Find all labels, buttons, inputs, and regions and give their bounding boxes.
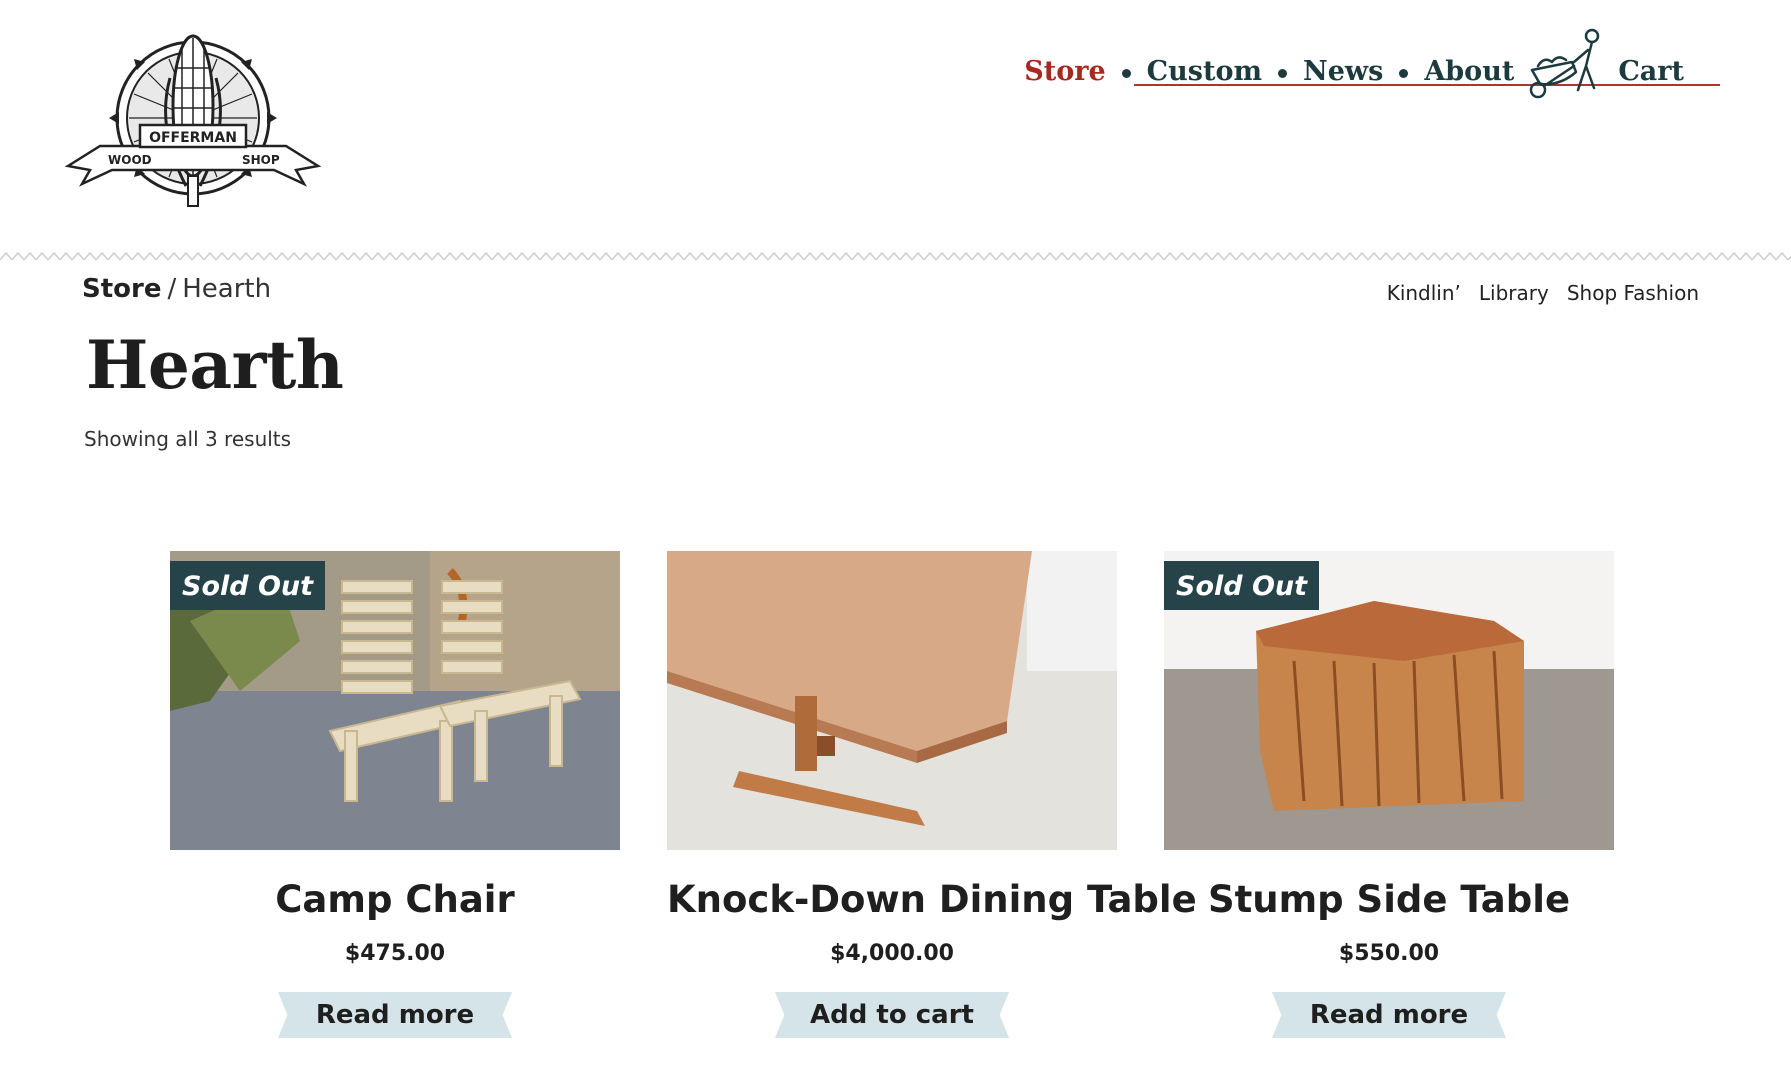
sold-out-badge: Sold Out xyxy=(1164,561,1320,610)
breadcrumb: Store / Hearth xyxy=(82,274,271,304)
product-price: $4,000.00 xyxy=(830,941,954,966)
nav-cart[interactable]: Cart xyxy=(1618,56,1684,87)
read-more-button[interactable]: Read more xyxy=(278,992,512,1038)
zigzag-divider xyxy=(0,250,1791,264)
product-title[interactable]: Stump Side Table xyxy=(1164,878,1614,921)
product-title[interactable]: Camp Chair xyxy=(170,878,620,921)
logo-emblem-icon: OFFERMAN WOOD SHOP xyxy=(64,34,322,207)
svg-text:SHOP: SHOP xyxy=(242,153,280,167)
product-image[interactable]: Sold Out xyxy=(1164,551,1614,850)
nav-separator-dot xyxy=(1121,68,1131,78)
nav-store[interactable]: Store xyxy=(1024,56,1105,87)
breadcrumb-separator: / xyxy=(167,274,177,304)
nav-separator-dot xyxy=(1278,68,1288,78)
product-card: Sold Out Camp Chair $475.00 Read more xyxy=(170,551,620,1038)
add-to-cart-button[interactable]: Add to cart xyxy=(775,992,1009,1038)
offerman-woodshop-logo[interactable]: OFFERMAN WOOD SHOP xyxy=(60,18,330,228)
svg-text:OFFERMAN: OFFERMAN xyxy=(149,130,237,146)
subnav-library[interactable]: Library xyxy=(1479,281,1549,305)
nav-about[interactable]: About xyxy=(1424,56,1514,87)
result-count: Showing all 3 results xyxy=(84,427,292,451)
wheelbarrow-icon[interactable] xyxy=(1524,26,1614,104)
breadcrumb-store-link[interactable]: Store xyxy=(82,274,161,304)
product-price: $550.00 xyxy=(1338,941,1440,966)
main-nav: Store Custom News About Cart xyxy=(1024,28,1720,99)
product-title[interactable]: Knock-Down Dining Table xyxy=(667,878,1197,921)
subnav-kindlin[interactable]: Kindlin’ xyxy=(1387,281,1461,305)
product-card: Sold Out Stump Side Table $550.00 Read m… xyxy=(1164,551,1614,1038)
sold-out-badge: Sold Out xyxy=(170,561,326,610)
svg-text:WOOD: WOOD xyxy=(108,153,152,167)
nav-separator-dot xyxy=(1399,68,1409,78)
product-card: Knock-Down Dining Table $4,000.00 Add to… xyxy=(667,551,1197,1038)
page-title: Hearth xyxy=(86,326,344,404)
product-price: $475.00 xyxy=(344,941,446,966)
nav-custom[interactable]: Custom xyxy=(1147,56,1262,87)
nav-news[interactable]: News xyxy=(1303,56,1383,87)
product-image[interactable]: Sold Out xyxy=(170,551,620,850)
read-more-button[interactable]: Read more xyxy=(1272,992,1506,1038)
product-image[interactable] xyxy=(667,551,1117,850)
breadcrumb-current: Hearth xyxy=(182,274,272,304)
subnav-shop-fashion[interactable]: Shop Fashion xyxy=(1567,281,1699,305)
category-subnav: Kindlin’ Library Shop Fashion xyxy=(1387,281,1699,305)
